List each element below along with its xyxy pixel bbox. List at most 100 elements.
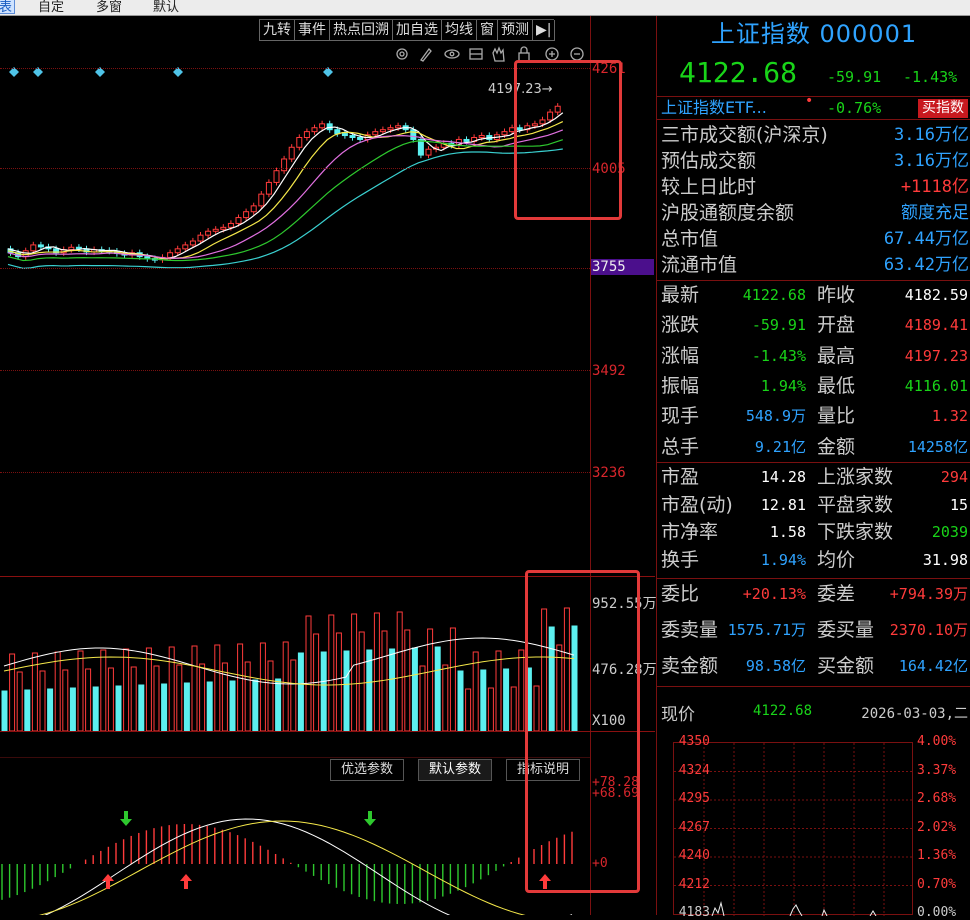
candle-body [326, 123, 333, 131]
field-value: 4116.01 [904, 376, 968, 395]
volume-bar [237, 643, 244, 732]
stat-value: 67.44万亿 [883, 229, 969, 249]
volume-bar [123, 648, 130, 732]
toolbar-ma-button[interactable]: 均线 [441, 20, 477, 41]
stat-value: 额度充足 [901, 203, 969, 223]
toolbar-add-favorite-button[interactable]: 加自选 [392, 20, 442, 41]
candle-body [349, 135, 356, 138]
volume-bar [503, 668, 510, 732]
mini-pct-label: 1.36% [917, 848, 957, 863]
field-value: +794.39万 [889, 585, 968, 603]
candle-body [372, 131, 379, 136]
toolbar-jiuzhuan-button[interactable]: 九转 [259, 20, 295, 41]
candle-body [220, 226, 227, 230]
field-value: 1.94% [760, 550, 806, 569]
volume-bar [214, 644, 221, 732]
volume-bar [275, 678, 282, 732]
field-label: 换手 [661, 548, 700, 571]
stat-value: +1118亿 [900, 177, 969, 197]
moving-average-line [7, 121, 564, 260]
field-value: +20.13% [742, 585, 806, 603]
moving-average-line [7, 139, 563, 262]
zoom-in-icon[interactable] [545, 47, 559, 61]
field-value: 2370.10万 [889, 621, 968, 639]
price-change: -59.91 [827, 68, 882, 86]
index-title: 上证指数 000001 [710, 20, 918, 48]
menu-item-multiwindow[interactable]: 多窗 [96, 0, 122, 15]
etf-link[interactable]: 上证指数ETF... [661, 97, 767, 119]
gear-icon[interactable] [396, 48, 408, 60]
current-price: 4122.68 [679, 56, 798, 89]
zoom-out-icon[interactable] [570, 47, 584, 61]
stat-label: 总市值 [661, 228, 719, 250]
volume-bar [1, 690, 8, 732]
mini-price-label: 4240 [678, 848, 710, 863]
volume-bar [366, 649, 373, 732]
etf-pct: -0.76% [827, 99, 882, 117]
volume-bar [358, 631, 365, 732]
toolbar-hotspot-button[interactable]: 热点回溯 [329, 20, 393, 41]
price-change-pct: -1.43% [903, 68, 958, 86]
volume-bar [449, 627, 456, 732]
toolbar-events-button[interactable]: 事件 [294, 20, 330, 41]
volume-bar [518, 649, 525, 732]
field-label: 涨幅 [661, 344, 700, 367]
volume-bar [297, 652, 304, 732]
field-label: 均价 [817, 548, 856, 571]
volume-bar [320, 651, 327, 732]
menu-item-table[interactable]: 表 [0, 0, 16, 15]
volume-bar [107, 667, 114, 732]
volume-bar [92, 686, 99, 732]
volume-bar [290, 659, 297, 732]
candle-body [387, 127, 394, 131]
volume-bar [229, 680, 236, 732]
mini-pct-label: 0.00% [917, 905, 957, 920]
stat-label: 三市成交额(沪深京) [661, 124, 828, 146]
volume-bar [115, 685, 122, 732]
eye-icon[interactable] [444, 49, 460, 59]
volume-bar [85, 668, 92, 732]
highlight-box-price [514, 60, 622, 220]
field-label: 卖金额 [661, 655, 719, 677]
stat-label: 预估成交额 [661, 150, 757, 172]
toolbar-predict-button[interactable]: 预测 [497, 20, 533, 41]
print-icon[interactable] [469, 48, 483, 60]
volume-bar [138, 684, 145, 732]
volume-bar [389, 648, 396, 732]
sell-arrow-icon [120, 811, 132, 826]
toolbar-window-button[interactable]: 窗 [476, 20, 498, 41]
volume-bar [457, 670, 464, 732]
menu-item-custom[interactable]: 自定 [38, 0, 64, 15]
volume-bar [145, 647, 152, 732]
lock-icon[interactable] [518, 46, 530, 62]
menu-item-default[interactable]: 默认 [153, 0, 179, 15]
field-value: 548.9万 [745, 407, 806, 426]
volume-bar [282, 641, 289, 732]
field-label: 委卖量 [661, 619, 719, 641]
candle-body [250, 205, 257, 213]
field-label: 委差 [817, 583, 856, 605]
volume-bar [62, 669, 69, 732]
stat-label: 沪股通额度余额 [661, 202, 795, 224]
hand-icon[interactable] [492, 46, 505, 62]
quote-date: 2026-03-03,二 [861, 706, 968, 722]
field-value: 1575.71万 [727, 621, 806, 639]
optimized-params-button[interactable]: 优选参数 [330, 759, 405, 781]
field-label: 最新 [661, 284, 700, 306]
buy-index-button[interactable]: 买指数 [918, 99, 968, 118]
pen-icon[interactable] [420, 48, 432, 62]
mini-price-label: 4295 [678, 791, 710, 806]
candle-body [258, 193, 265, 207]
candle-body [174, 248, 181, 254]
stat-row: 较上日此时 +1118亿 [657, 174, 970, 200]
volume-bar [24, 689, 31, 732]
candle-body [182, 244, 189, 250]
field-value: 14.28 [760, 468, 806, 486]
candle-body [68, 246, 75, 251]
field-value: 31.98 [922, 550, 968, 569]
field-value: 98.58亿 [745, 657, 806, 675]
toolbar-end-button[interactable]: ▶| [532, 20, 556, 41]
default-params-button[interactable]: 默认参数 [418, 759, 493, 781]
field-label: 市盈(动) [661, 493, 733, 516]
field-label: 振幅 [661, 374, 700, 397]
